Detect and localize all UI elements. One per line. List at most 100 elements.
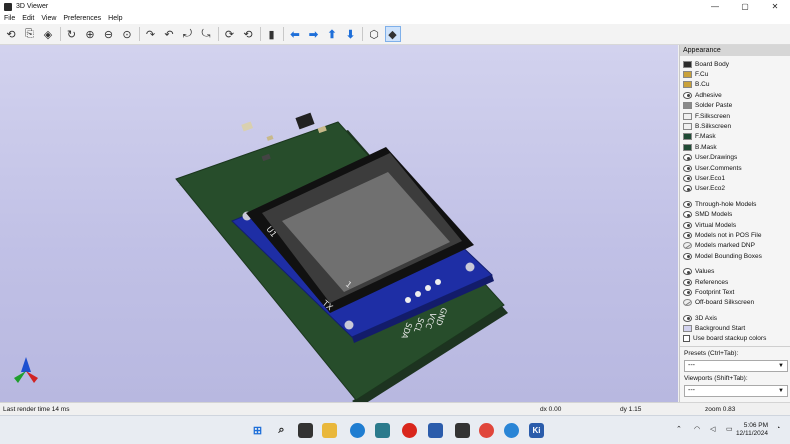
layer-row[interactable]: User.Eco2 bbox=[683, 184, 725, 194]
layer-row[interactable]: Through-hole Models bbox=[683, 199, 756, 209]
terminal-icon[interactable] bbox=[455, 423, 470, 438]
layer-row[interactable]: F.Mask bbox=[683, 132, 716, 142]
eye-icon[interactable] bbox=[683, 154, 692, 162]
color-swatch[interactable] bbox=[683, 70, 692, 78]
layer-row[interactable]: User.Drawings bbox=[683, 153, 737, 163]
eye-icon[interactable] bbox=[683, 231, 692, 239]
pan-right-icon[interactable]: ➡ bbox=[306, 26, 322, 42]
layer-row[interactable]: Background Start bbox=[683, 324, 745, 334]
layer-row[interactable]: B.Silkscreen bbox=[683, 121, 731, 131]
start-icon[interactable]: ⊞ bbox=[250, 423, 265, 438]
pan-left-icon[interactable]: ⬅ bbox=[287, 26, 303, 42]
color-swatch[interactable] bbox=[683, 102, 692, 110]
task-view-icon[interactable] bbox=[298, 423, 313, 438]
tray-chevron-icon[interactable]: ⌃ bbox=[676, 425, 682, 433]
presets-dropdown[interactable]: --- ▼ bbox=[684, 360, 788, 372]
layer-row[interactable]: User.Eco1 bbox=[683, 173, 725, 183]
rotate-x-cw-icon[interactable]: ↷ bbox=[143, 26, 159, 42]
color-swatch[interactable] bbox=[683, 325, 692, 333]
rotate-z-ccw-icon[interactable]: ⟲ bbox=[240, 26, 256, 42]
eye-icon[interactable] bbox=[683, 221, 692, 229]
wifi-icon[interactable]: ◠ bbox=[694, 425, 700, 433]
eye-icon[interactable] bbox=[683, 91, 692, 99]
layer-row[interactable]: Models marked DNP bbox=[683, 241, 755, 251]
rotate-y-cw-icon[interactable]: ⤾ bbox=[180, 26, 196, 42]
minimize-button[interactable]: — bbox=[700, 0, 730, 13]
3d-viewport[interactable]: U1 GND VCC SCL SDA TX 1 bbox=[0, 45, 678, 402]
layer-row[interactable]: Footprint Text bbox=[683, 287, 734, 297]
volume-icon[interactable]: ◁ bbox=[710, 425, 715, 433]
copy-image-icon[interactable]: ⎘ bbox=[22, 26, 38, 42]
menu-edit[interactable]: Edit bbox=[22, 15, 34, 22]
rotate-y-ccw-icon[interactable]: ⤿ bbox=[198, 26, 214, 42]
layer-row[interactable]: Off-board Silkscreen bbox=[683, 298, 754, 308]
layer-row[interactable]: Virtual Models bbox=[683, 220, 736, 230]
layer-row[interactable]: B.Cu bbox=[683, 80, 709, 90]
color-swatch[interactable] bbox=[683, 143, 692, 151]
app-icon-circle[interactable] bbox=[504, 423, 519, 438]
clock[interactable]: 5:06 PM 12/11/2024 bbox=[736, 422, 768, 438]
rotate-x-ccw-icon[interactable]: ↶ bbox=[161, 26, 177, 42]
eye-icon[interactable] bbox=[683, 164, 692, 172]
kicad-icon[interactable]: Ki bbox=[529, 423, 544, 438]
ortho-toggle-icon[interactable]: ⬡ bbox=[366, 26, 382, 42]
notification-icon[interactable]: ◔ bbox=[776, 425, 780, 432]
viewports-dropdown[interactable]: --- ▼ bbox=[684, 385, 788, 397]
layer-row[interactable]: User.Comments bbox=[683, 163, 742, 173]
layer-row[interactable]: Values bbox=[683, 267, 714, 277]
layer-row[interactable]: F.Cu bbox=[683, 69, 708, 79]
layer-row[interactable]: B.Mask bbox=[683, 142, 717, 152]
eye-hidden-icon[interactable] bbox=[683, 242, 692, 250]
eye-hidden-icon[interactable] bbox=[683, 299, 692, 307]
maximize-button[interactable]: ▢ bbox=[730, 0, 760, 13]
color-swatch[interactable] bbox=[683, 122, 692, 130]
opera-icon[interactable] bbox=[402, 423, 417, 438]
stackup-checkbox[interactable] bbox=[683, 335, 690, 342]
layers-toggle-icon[interactable]: ◆ bbox=[384, 26, 401, 42]
layer-row[interactable]: Models not in POS File bbox=[683, 230, 761, 240]
color-swatch[interactable] bbox=[683, 112, 692, 120]
menu-preferences[interactable]: Preferences bbox=[63, 15, 101, 22]
eye-icon[interactable] bbox=[683, 200, 692, 208]
file-explorer-icon[interactable] bbox=[322, 423, 337, 438]
layer-row[interactable]: Board Body bbox=[683, 59, 729, 69]
raytrace-icon[interactable]: ◈ bbox=[40, 26, 56, 42]
search-icon[interactable]: ⌕ bbox=[274, 423, 289, 438]
menu-help[interactable]: Help bbox=[108, 15, 122, 22]
layer-row[interactable]: F.Silkscreen bbox=[683, 111, 730, 121]
edge-icon[interactable] bbox=[350, 423, 365, 438]
eye-icon[interactable] bbox=[683, 211, 692, 219]
eye-icon[interactable] bbox=[683, 252, 692, 260]
layer-row[interactable]: Model Bounding Boxes bbox=[683, 251, 762, 261]
store-icon[interactable] bbox=[375, 423, 390, 438]
menu-view[interactable]: View bbox=[41, 15, 56, 22]
zoom-in-icon[interactable]: ⊕ bbox=[82, 26, 98, 42]
eye-icon[interactable] bbox=[683, 185, 692, 193]
pan-down-icon[interactable]: ⬇ bbox=[343, 26, 359, 42]
eye-icon[interactable] bbox=[683, 268, 692, 276]
color-swatch[interactable] bbox=[683, 81, 692, 89]
layer-row[interactable]: Solder Paste bbox=[683, 101, 732, 111]
zoom-fit-icon[interactable]: ⊙ bbox=[119, 26, 135, 42]
eye-icon[interactable] bbox=[683, 314, 692, 322]
stackup-colors-option[interactable]: Use board stackup colors bbox=[683, 335, 766, 342]
reload-board-icon[interactable]: ⟲ bbox=[3, 26, 19, 42]
color-swatch[interactable] bbox=[683, 60, 692, 68]
chrome-icon[interactable] bbox=[479, 423, 494, 438]
layer-row[interactable]: SMD Models bbox=[683, 210, 732, 220]
close-button[interactable]: ✕ bbox=[760, 0, 790, 13]
color-swatch[interactable] bbox=[683, 133, 692, 141]
layer-row[interactable]: References bbox=[683, 277, 728, 287]
layer-row[interactable]: 3D Axis bbox=[683, 313, 717, 323]
redraw-icon[interactable]: ↻ bbox=[64, 26, 80, 42]
zoom-out-icon[interactable]: ⊖ bbox=[101, 26, 117, 42]
eye-icon[interactable] bbox=[683, 288, 692, 296]
rotate-z-cw-icon[interactable]: ⟳ bbox=[222, 26, 238, 42]
eye-icon[interactable] bbox=[683, 174, 692, 182]
word-icon[interactable] bbox=[428, 423, 443, 438]
pan-up-icon[interactable]: ⬆ bbox=[324, 26, 340, 42]
layer-row[interactable]: Adhesive bbox=[683, 90, 722, 100]
battery-icon[interactable]: ▭ bbox=[726, 425, 733, 433]
eye-icon[interactable] bbox=[683, 278, 692, 286]
menu-file[interactable]: File bbox=[4, 15, 15, 22]
